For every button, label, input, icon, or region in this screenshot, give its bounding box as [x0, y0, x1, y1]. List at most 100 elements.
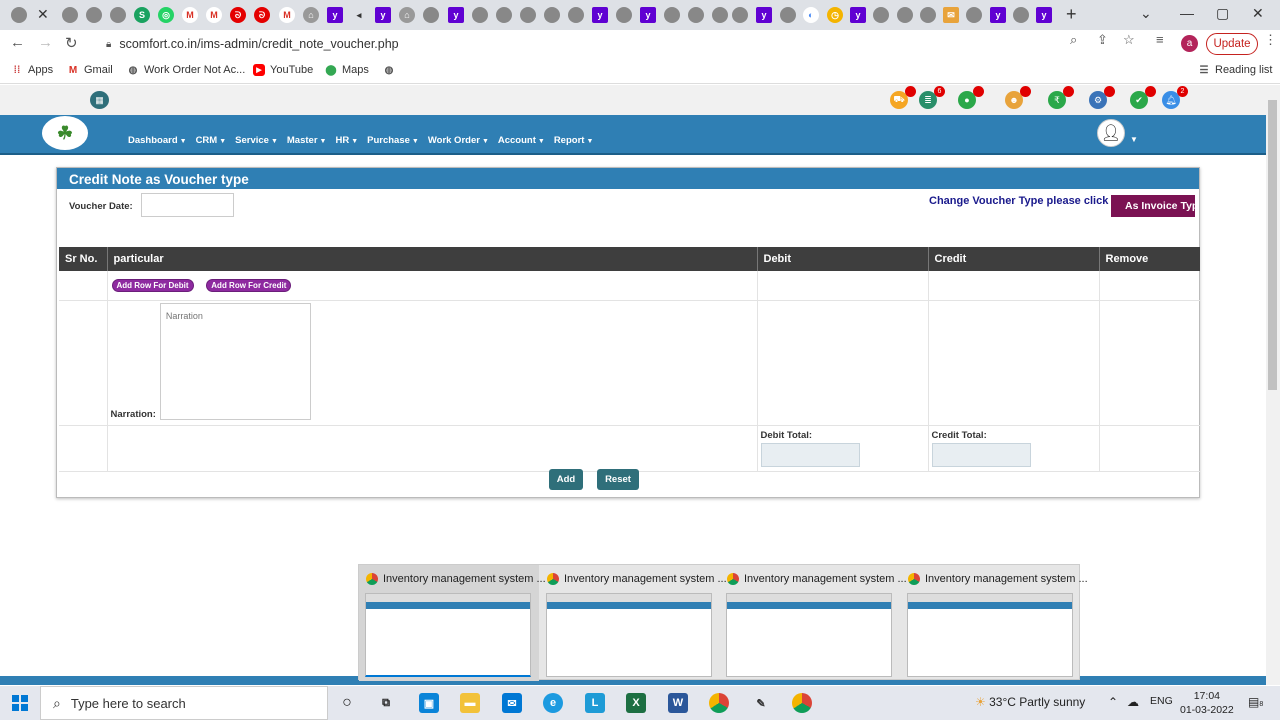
- add-row-debit-button[interactable]: Add Row For Debit: [111, 279, 194, 292]
- reset-button[interactable]: Reset: [597, 469, 639, 490]
- bookmark-youtube[interactable]: ▶ YouTube: [253, 64, 313, 76]
- tab-favicon-globe-icon[interactable]: [110, 7, 126, 23]
- reading-list[interactable]: ☰ Reading list: [1198, 64, 1273, 76]
- chrome-active-icon[interactable]: [709, 693, 729, 713]
- tab-favicon-yahoo-icon[interactable]: y: [327, 7, 343, 23]
- update-button[interactable]: Update: [1206, 33, 1258, 55]
- back-arrow-icon[interactable]: ←: [10, 34, 25, 51]
- tab-favicon-globe-icon[interactable]: [780, 7, 796, 23]
- weather-widget[interactable]: ☀ 33°C Partly sunny: [975, 695, 1085, 709]
- bookmark-star-icon[interactable]: ☆: [1123, 32, 1135, 48]
- close-window-icon[interactable]: ✕: [1252, 5, 1264, 22]
- share-icon[interactable]: ⇪: [1097, 32, 1108, 48]
- tab-favicon-globe-icon[interactable]: [920, 7, 936, 23]
- check-notification-icon[interactable]: ✔: [1130, 86, 1156, 109]
- cortana-icon[interactable]: ○: [337, 693, 357, 713]
- media-queue-icon[interactable]: ≡: [1156, 32, 1164, 47]
- user-notification-icon[interactable]: ●: [958, 86, 984, 109]
- tab-favicon-globe-icon[interactable]: [1013, 7, 1029, 23]
- rupee-notification-icon[interactable]: ₹: [1048, 86, 1074, 109]
- network-icon[interactable]: ☁: [1127, 695, 1139, 709]
- tab-favicon-globe-icon[interactable]: [472, 7, 488, 23]
- menu-dashboard[interactable]: Dashboard ▼: [128, 135, 187, 146]
- tab-favicon-yahoo-icon[interactable]: y: [850, 7, 866, 23]
- tab-favicon-gmail-icon[interactable]: M: [182, 7, 198, 23]
- excel-icon[interactable]: X: [626, 693, 646, 713]
- tab-favicon-google-icon[interactable]: ◐: [803, 7, 819, 23]
- tab-favicon-emblem-icon[interactable]: ⌂: [303, 7, 319, 23]
- tab-search-chevron-icon[interactable]: ⌄: [1140, 5, 1152, 22]
- tab-favicon-globe-icon[interactable]: [520, 7, 536, 23]
- app-icon-blue[interactable]: ▣: [419, 693, 439, 713]
- calendar-icon[interactable]: ▦: [90, 91, 109, 109]
- credit-total-input[interactable]: [931, 443, 1031, 467]
- edge-icon[interactable]: e: [543, 693, 563, 713]
- pen-tool-icon[interactable]: ✎: [751, 693, 771, 713]
- avatar-dropdown-caret-icon[interactable]: ▼: [1130, 135, 1138, 144]
- tab-favicon-mail-icon[interactable]: ✉: [943, 7, 959, 23]
- profile-avatar[interactable]: a: [1181, 35, 1198, 52]
- tab-favicon-yahoo-icon[interactable]: y: [990, 7, 1006, 23]
- tab-favicon-emblem-icon[interactable]: ⌂: [399, 7, 415, 23]
- cart-notification-icon[interactable]: ⛟: [890, 86, 916, 109]
- new-tab-plus-icon[interactable]: +: [1066, 4, 1077, 25]
- add-button[interactable]: Add: [549, 469, 583, 490]
- bell-notification-icon[interactable]: 🔔︎ 2: [1162, 86, 1188, 109]
- tab-favicon-globe-icon[interactable]: [897, 7, 913, 23]
- tab-favicon-globe-icon[interactable]: [688, 7, 704, 23]
- tab-favicon-airtel-icon[interactable]: ᘐ: [254, 7, 270, 23]
- tab-favicon-globe-icon[interactable]: [732, 7, 748, 23]
- thumbnail-window[interactable]: Inventory management system ...: [540, 565, 727, 681]
- tab-favicon-yahoo-icon[interactable]: y: [640, 7, 656, 23]
- tab-favicon-globe-icon[interactable]: [616, 7, 632, 23]
- menu-hr[interactable]: HR ▼: [335, 135, 358, 146]
- tab-favicon-yahoo-icon[interactable]: y: [448, 7, 464, 23]
- tab-favicon-globe-icon[interactable]: [664, 7, 680, 23]
- thumbnail-window[interactable]: Inventory management system ...: [901, 565, 1088, 681]
- tab-favicon-globe-icon[interactable]: [86, 7, 102, 23]
- user-avatar-icon[interactable]: 👤︎: [1097, 119, 1125, 147]
- menu-crm[interactable]: CRM ▼: [196, 135, 227, 146]
- tab-favicon-s-icon[interactable]: S: [134, 7, 150, 23]
- kebab-menu-icon[interactable]: ⋮: [1264, 32, 1277, 48]
- tab-close-icon[interactable]: ✕: [37, 6, 49, 23]
- notification-center-icon[interactable]: ▤8: [1248, 695, 1263, 709]
- app-icon-l[interactable]: L: [585, 693, 605, 713]
- bookmark-maps[interactable]: ⬤ Maps: [325, 64, 369, 76]
- bookmark-apps[interactable]: ⁞⁞ Apps: [11, 64, 53, 76]
- minimize-icon[interactable]: —: [1180, 5, 1194, 21]
- chrome-icon[interactable]: [792, 693, 812, 713]
- tab-favicon-whatsapp-icon[interactable]: ◎: [158, 7, 174, 23]
- tab-favicon-globe-icon[interactable]: [423, 7, 439, 23]
- url-field[interactable]: 🔒︎ scomfort.co.in/ims-admin/credit_note_…: [100, 33, 1196, 55]
- tab-favicon-globe-icon[interactable]: [568, 7, 584, 23]
- tab-favicon-gmail-icon[interactable]: M: [206, 7, 222, 23]
- tab-favicon-yahoo-icon[interactable]: y: [1036, 7, 1052, 23]
- tab-favicon-yahoo-icon[interactable]: y: [756, 7, 772, 23]
- page-scrollbar[interactable]: [1266, 85, 1280, 685]
- tray-chevron-icon[interactable]: ⌃: [1108, 695, 1118, 709]
- debit-total-input[interactable]: [760, 443, 860, 467]
- tab-favicon-gmail-icon[interactable]: M: [279, 7, 295, 23]
- as-invoice-type-button[interactable]: As Invoice Type: [1111, 195, 1195, 217]
- menu-account[interactable]: Account ▼: [498, 135, 545, 146]
- tab-favicon-globe-icon[interactable]: [966, 7, 982, 23]
- menu-service[interactable]: Service ▼: [235, 135, 278, 146]
- company-logo[interactable]: ☘: [42, 116, 88, 150]
- thumbnail-window[interactable]: Inventory management system ...: [359, 565, 546, 681]
- tab-favicon-yahoo-icon[interactable]: y: [375, 7, 391, 23]
- add-row-credit-button[interactable]: Add Row For Credit: [206, 279, 292, 292]
- scrollbar-thumb[interactable]: [1268, 100, 1277, 390]
- taskbar-search-box[interactable]: ⌕ Type here to search: [40, 686, 328, 720]
- bookmark-globe[interactable]: ◍: [383, 64, 395, 76]
- settings-user-notification-icon[interactable]: ⚙: [1089, 86, 1115, 109]
- tab-favicon-globe-icon[interactable]: [496, 7, 512, 23]
- tab-favicon-globe-icon[interactable]: [873, 7, 889, 23]
- voucher-date-input[interactable]: [141, 193, 234, 217]
- tab-favicon-airtel-icon[interactable]: ᘐ: [230, 7, 246, 23]
- bookmark-work-order[interactable]: ◍ Work Order Not Ac...: [127, 64, 246, 76]
- tab-favicon-globe-icon[interactable]: [62, 7, 78, 23]
- bookmark-gmail[interactable]: M Gmail: [67, 64, 113, 76]
- tab-favicon-audio-icon[interactable]: ◂: [351, 7, 367, 23]
- thumbnail-window[interactable]: Inventory management system ...: [720, 565, 907, 681]
